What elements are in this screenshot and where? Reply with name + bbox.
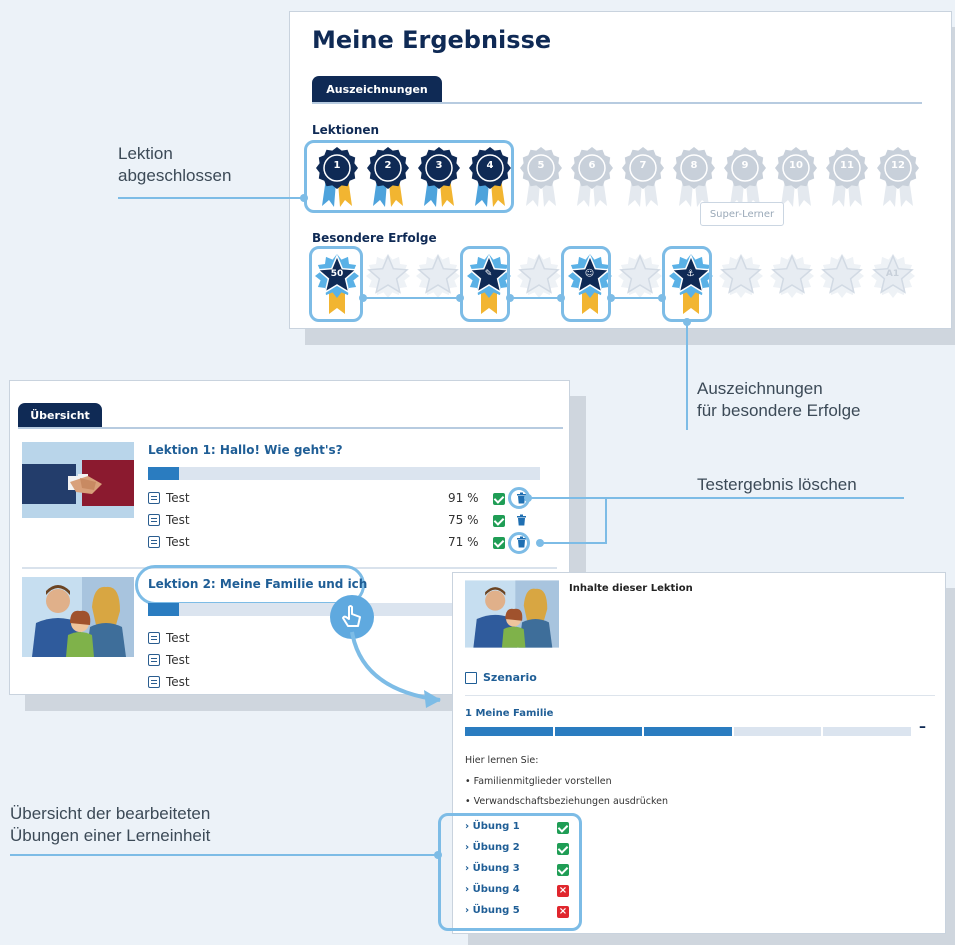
- special-highlight-50: [309, 246, 363, 322]
- callout-lesson-done: Lektion abgeschlossen: [118, 144, 232, 185]
- completed-lessons-highlight: [304, 140, 514, 213]
- special-highlight-pen: [460, 246, 510, 322]
- callout-delete: Testergebnis löschen: [697, 475, 857, 494]
- callout-exercises: Übersicht der bearbeiteten Übungen einer…: [10, 804, 211, 845]
- delete-highlight-3: [508, 532, 530, 554]
- delete-highlight-1: [508, 487, 530, 509]
- special-highlight-anchor: [662, 246, 712, 322]
- special-highlight-owl: [561, 246, 611, 322]
- callout-special: Auszeichnungen für besondere Erfolge: [697, 379, 861, 420]
